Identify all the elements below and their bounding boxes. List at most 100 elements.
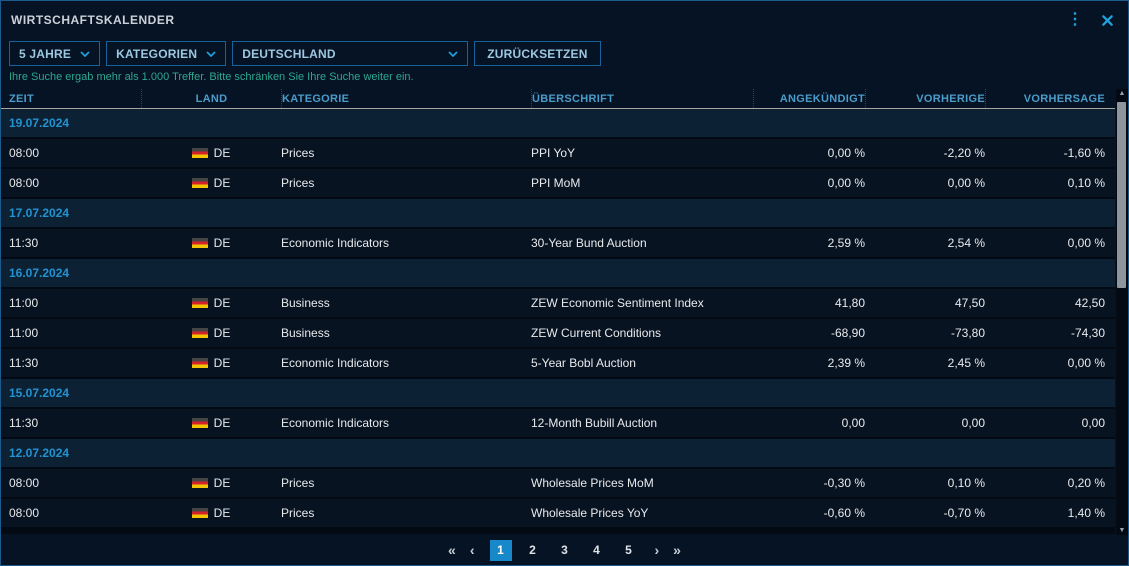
cell-previous: 0,00 (865, 409, 985, 437)
country-code: DE (214, 326, 231, 340)
date-group-row: 12.07.2024 (1, 439, 1115, 467)
country-filter-dropdown[interactable]: DEUTSCHLAND (232, 41, 468, 66)
chevron-down-icon (206, 51, 216, 57)
table-row[interactable]: 08:00DEPricesPPI MoM0,00 %0,00 %0,10 % (1, 169, 1115, 197)
table-row[interactable]: 11:30DEEconomic Indicators5-Year Bobl Au… (1, 349, 1115, 377)
column-header-zeit[interactable]: ZEIT (1, 89, 141, 108)
page-button-3[interactable]: 3 (554, 540, 576, 561)
next-page-button[interactable]: › (652, 542, 663, 558)
country-code: DE (214, 146, 231, 160)
cell-previous: -2,20 % (865, 139, 985, 167)
cell-previous: 2,45 % (865, 349, 985, 377)
table-row[interactable]: 11:30DEEconomic Indicators12-Month Bubil… (1, 409, 1115, 437)
cell-announced: 2,39 % (753, 349, 865, 377)
cell-time: 08:00 (1, 139, 141, 167)
table-body: 19.07.202408:00DEPricesPPI YoY0,00 %-2,2… (1, 109, 1115, 534)
cell-country: DE (141, 349, 281, 377)
cell-forecast: 0,00 % (985, 349, 1115, 377)
cell-previous: 2,54 % (865, 229, 985, 257)
last-page-button[interactable]: » (670, 542, 684, 558)
filter-toolbar: 5 JAHRE KATEGORIEN DEUTSCHLAND ZURÜCKSET… (1, 41, 1128, 66)
germany-flag-icon (192, 478, 208, 488)
cell-time: 11:00 (1, 319, 141, 347)
cell-announced: 0,00 (753, 409, 865, 437)
cell-previous: 47,50 (865, 289, 985, 317)
cell-time: 11:00 (1, 289, 141, 317)
cell-forecast: 0,00 (985, 409, 1115, 437)
page-button-1[interactable]: 1 (490, 540, 512, 561)
germany-flag-icon (192, 298, 208, 308)
cell-country: DE (141, 319, 281, 347)
titlebar: WIRTSCHAFTSKALENDER ⋮ (1, 1, 1128, 39)
table-row[interactable]: 11:00 DE BusinessZEW Current Conditions-68… (1, 319, 1115, 347)
cell-previous: 0,00 % (865, 169, 985, 197)
cell-category: Economic Indicators (281, 349, 531, 377)
country-code: DE (214, 416, 231, 430)
date-group-row: 16.07.2024 (1, 259, 1115, 287)
cell-forecast: 0,20 % (985, 469, 1115, 497)
date-group-row: 17.07.2024 (1, 199, 1115, 227)
column-header-angekuendigt[interactable]: ANGEKÜNDIGT (753, 89, 865, 108)
scroll-up-icon[interactable]: ▲ (1116, 90, 1128, 97)
vertical-scrollbar[interactable]: ▲ ▼ (1116, 89, 1128, 535)
page-number-list: 12345 (490, 540, 640, 561)
page-button-5[interactable]: 5 (618, 540, 640, 561)
cell-announced: 0,00 % (753, 139, 865, 167)
germany-flag-icon (192, 178, 208, 188)
cell-country: DE (141, 469, 281, 497)
reset-button-label: ZURÜCKSETZEN (487, 47, 587, 61)
cell-time: 11:30 (1, 409, 141, 437)
cell-category: Prices (281, 469, 531, 497)
cell-forecast: 0,00 % (985, 229, 1115, 257)
category-filter-dropdown[interactable]: KATEGORIEN (106, 41, 226, 66)
cell-announced: 0,00 % (753, 169, 865, 197)
pagination-bar: « ‹ 12345 › » (1, 535, 1128, 565)
column-header-vorherige[interactable]: VORHERIGE (865, 89, 985, 108)
period-filter-dropdown[interactable]: 5 JAHRE (9, 41, 100, 66)
cell-headline: PPI MoM (531, 169, 753, 197)
cell-forecast: 42,50 (985, 289, 1115, 317)
column-header-kategorie[interactable]: KATEGORIE (281, 89, 531, 108)
country-code: DE (214, 506, 231, 520)
germany-flag-icon (192, 508, 208, 518)
cell-previous: 0,10 % (865, 469, 985, 497)
cell-time: 08:00 (1, 169, 141, 197)
cell-announced: -68,90 (753, 319, 865, 347)
cell-time: 11:30 (1, 229, 141, 257)
reset-button[interactable]: ZURÜCKSETZEN (474, 41, 600, 66)
column-header-ueberschrift[interactable]: ÜBERSCHRIFT (531, 89, 753, 108)
cell-headline: 12-Month Bubill Auction (531, 409, 753, 437)
cell-headline: ZEW Current Conditions (531, 319, 753, 347)
germany-flag-icon (192, 328, 208, 338)
table-row[interactable]: 08:00DEPricesPPI YoY0,00 %-2,20 %-1,60 % (1, 139, 1115, 167)
page-button-2[interactable]: 2 (522, 540, 544, 561)
table-row[interactable]: 08:00DEPricesWholesale Prices MoM-0,30 %… (1, 469, 1115, 497)
calendar-table: ZEIT LAND KATEGORIE ÜBERSCHRIFT ANGEKÜND… (1, 89, 1128, 535)
cell-category: Business (281, 319, 531, 347)
country-code: DE (214, 176, 231, 190)
cell-category: Business (281, 289, 531, 317)
group-date-label: 19.07.2024 (9, 116, 69, 130)
first-page-button[interactable]: « (445, 542, 459, 558)
country-code: DE (214, 296, 231, 310)
cell-category: Economic Indicators (281, 229, 531, 257)
options-menu-icon[interactable]: ⋮ (1067, 12, 1083, 28)
titlebar-actions: ⋮ (1067, 12, 1114, 28)
page-button-4[interactable]: 4 (586, 540, 608, 561)
cell-country: DE (141, 409, 281, 437)
scroll-down-icon[interactable]: ▼ (1116, 527, 1128, 534)
column-header-vorhersage[interactable]: VORHERSAGE (985, 89, 1115, 108)
group-date-label: 15.07.2024 (9, 386, 69, 400)
column-header-land[interactable]: LAND (141, 89, 281, 108)
cell-headline: ZEW Economic Sentiment Index (531, 289, 753, 317)
table-row[interactable]: 11:30DEEconomic Indicators30-Year Bund A… (1, 229, 1115, 257)
close-icon[interactable] (1101, 14, 1114, 27)
cell-headline: 5-Year Bobl Auction (531, 349, 753, 377)
prev-page-button[interactable]: ‹ (467, 542, 478, 558)
table-row[interactable]: 11:00 DE BusinessZEW Economic Sentiment In… (1, 289, 1115, 317)
table-row[interactable]: 08:00DEPricesWholesale Prices YoY-0,60 %… (1, 499, 1115, 527)
scrollbar-thumb[interactable] (1117, 102, 1126, 288)
germany-flag-icon (192, 418, 208, 428)
cell-announced: -0,30 % (753, 469, 865, 497)
economic-calendar-window: WIRTSCHAFTSKALENDER ⋮ 5 JAHRE KATEGORIEN… (0, 0, 1129, 566)
